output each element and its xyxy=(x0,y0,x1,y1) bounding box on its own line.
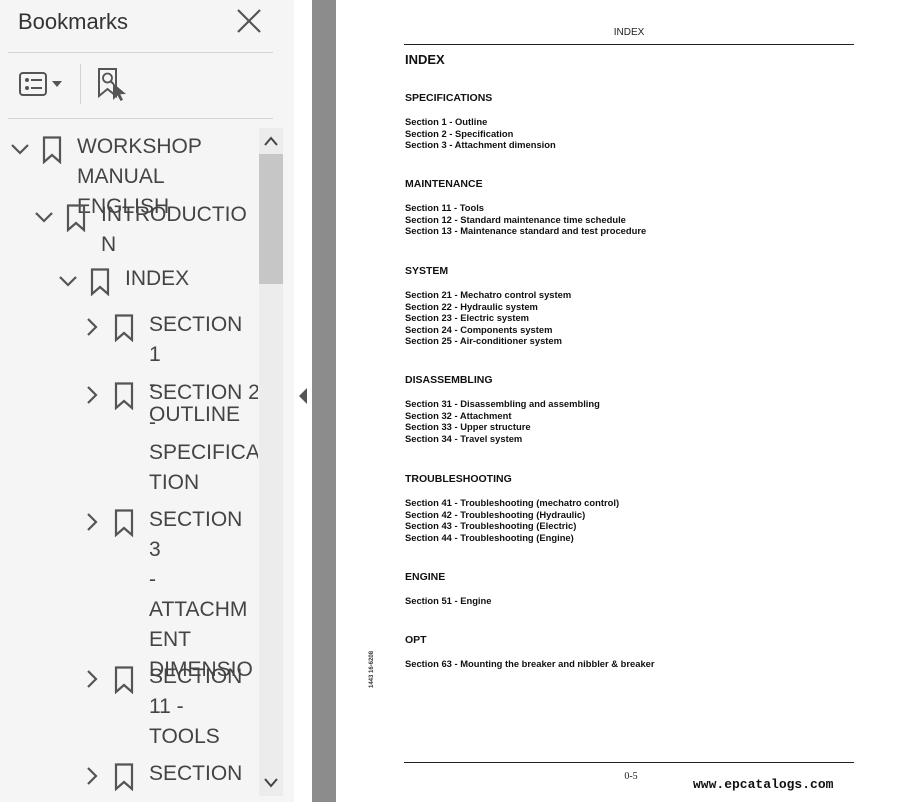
section-entries: Section 31 - Disassembling and assemblin… xyxy=(405,398,600,444)
index-entry: Section 13 - Maintenance standard and te… xyxy=(405,225,647,236)
section-entries: Section 11 - Tools Section 12 - Standard … xyxy=(405,202,646,237)
watermark: www.epcatalogs.com xyxy=(693,777,834,792)
toolbar-separator xyxy=(80,64,81,104)
index-entry: Section 1 - Outline xyxy=(405,116,488,127)
index-entry: Section 32 - Attachment xyxy=(405,409,512,421)
index-entry: Section 42 - Troubleshooting (Hydraulic) xyxy=(405,508,586,520)
index-entry: Section 41 - Troubleshooting (mechatro c… xyxy=(405,497,620,508)
bookmark-icon xyxy=(66,204,86,237)
bookmark-tree: WORKSHOP MANUAL ENGLISH INTRODUCTIO N INDE… xyxy=(0,128,258,796)
page-title: INDEX xyxy=(405,52,445,67)
bookmark-label[interactable]: INDEX xyxy=(125,264,189,294)
bookmark-label[interactable]: SECTION 11 - TOOLS xyxy=(149,662,242,752)
section-heading: SPECIFICATIONS xyxy=(405,92,493,104)
options-icon xyxy=(19,72,62,96)
chevron-right-icon[interactable] xyxy=(82,512,102,537)
index-entry: Section 23 - Electric system xyxy=(405,312,530,323)
bookmark-label[interactable]: INTRODUCTIO N xyxy=(101,200,247,260)
caret-left-icon xyxy=(299,388,307,404)
divider xyxy=(8,52,273,53)
index-entry: Section 2 - Specification xyxy=(405,127,514,139)
index-entry: Section 22 - Hydraulic system xyxy=(405,300,538,312)
index-entry: Section 25 - Air-conditioner system xyxy=(405,335,562,346)
section-entries: Section 41 - Troubleshooting (mechatro c… xyxy=(405,497,619,543)
bookmark-icon xyxy=(114,314,134,347)
running-header: INDEX xyxy=(613,27,645,38)
index-entry: Section 33 - Upper structure xyxy=(405,421,531,432)
bookmark-icon xyxy=(114,666,134,699)
find-bookmark-button[interactable] xyxy=(94,66,130,102)
section-heading: OPT xyxy=(405,634,427,646)
section-heading: TROUBLESHOOTING xyxy=(405,473,512,485)
scroll-up-button[interactable] xyxy=(259,128,283,154)
bookmarks-panel: Bookmarks WORKSHOP MANUAL ENGLISH INTRODU… xyxy=(0,0,295,802)
index-entry: Section 51 - Engine xyxy=(405,595,492,606)
options-button[interactable] xyxy=(16,68,68,100)
bookmark-icon xyxy=(42,136,62,169)
scrollbar[interactable] xyxy=(259,128,283,796)
section-heading: DISASSEMBLING xyxy=(405,374,493,386)
chevron-down-icon[interactable] xyxy=(34,207,54,232)
bookmark-label[interactable]: SECTION 3 - ATTACHM ENT DIMENSIO xyxy=(149,505,253,685)
scroll-thumb[interactable] xyxy=(259,154,283,284)
page-number: 0-5 xyxy=(624,771,638,782)
index-entry: Section 43 - Troubleshooting (Electric) xyxy=(405,520,577,531)
section-entries: Section 63 - Mounting the breaker and ni… xyxy=(405,658,655,670)
panel-title: Bookmarks xyxy=(18,9,129,34)
document-page: INDEX INDEX SPECIFICATIONS Section 1 - Ou… xyxy=(336,0,907,802)
header-rule xyxy=(404,44,854,45)
index-entry: Section 21 - Mechatro control system xyxy=(405,289,572,300)
bookmark-icon xyxy=(114,763,134,796)
divider xyxy=(8,118,273,119)
section-heading: SYSTEM xyxy=(405,265,449,277)
bookmark-label[interactable]: SECTION 2 - SPECIFICA TION xyxy=(149,378,258,498)
side-code: 1443 16-6208 xyxy=(369,650,375,688)
index-entry: Section 34 - Travel system xyxy=(405,432,523,444)
index-entry: Section 11 - Tools xyxy=(405,202,485,213)
document-gutter xyxy=(312,0,336,802)
index-entry: Section 63 - Mounting the breaker and ni… xyxy=(405,658,655,669)
scroll-down-button[interactable] xyxy=(259,770,283,796)
close-icon[interactable] xyxy=(234,8,264,36)
index-entry: Section 31 - Disassembling and assemblin… xyxy=(405,398,600,409)
section-entries: Section 51 - Engine xyxy=(405,595,491,607)
chevron-right-icon[interactable] xyxy=(82,669,102,694)
chevron-right-icon[interactable] xyxy=(82,317,102,342)
bookmark-icon xyxy=(114,509,134,542)
section-entries: Section 21 - Mechatro control system Sect… xyxy=(405,289,571,347)
collapse-panel-button[interactable] xyxy=(296,384,310,408)
chevron-up-icon xyxy=(264,136,278,146)
chevron-right-icon[interactable] xyxy=(82,385,102,410)
chevron-down-icon[interactable] xyxy=(58,271,78,296)
index-entry: Section 44 - Troubleshooting (Engine) xyxy=(405,531,574,543)
index-entry: Section 12 - Standard maintenance time s… xyxy=(405,213,626,225)
section-heading: MAINTENANCE xyxy=(405,178,483,190)
chevron-down-icon xyxy=(264,778,278,788)
section-entries: Section 1 - Outline Section 2 - Specifica… xyxy=(405,116,556,151)
bookmark-label[interactable]: SECTION xyxy=(149,759,242,789)
chevron-down-icon[interactable] xyxy=(10,139,30,164)
chevron-right-icon[interactable] xyxy=(82,766,102,791)
index-entry: Section 24 - Components system xyxy=(405,323,553,335)
bookmark-icon xyxy=(114,382,134,415)
bookmark-icon xyxy=(90,268,110,301)
find-bookmark-icon xyxy=(98,68,126,101)
footer-rule xyxy=(404,762,854,763)
section-heading: ENGINE xyxy=(405,571,446,583)
index-entry: Section 3 - Attachment dimension xyxy=(405,139,556,150)
